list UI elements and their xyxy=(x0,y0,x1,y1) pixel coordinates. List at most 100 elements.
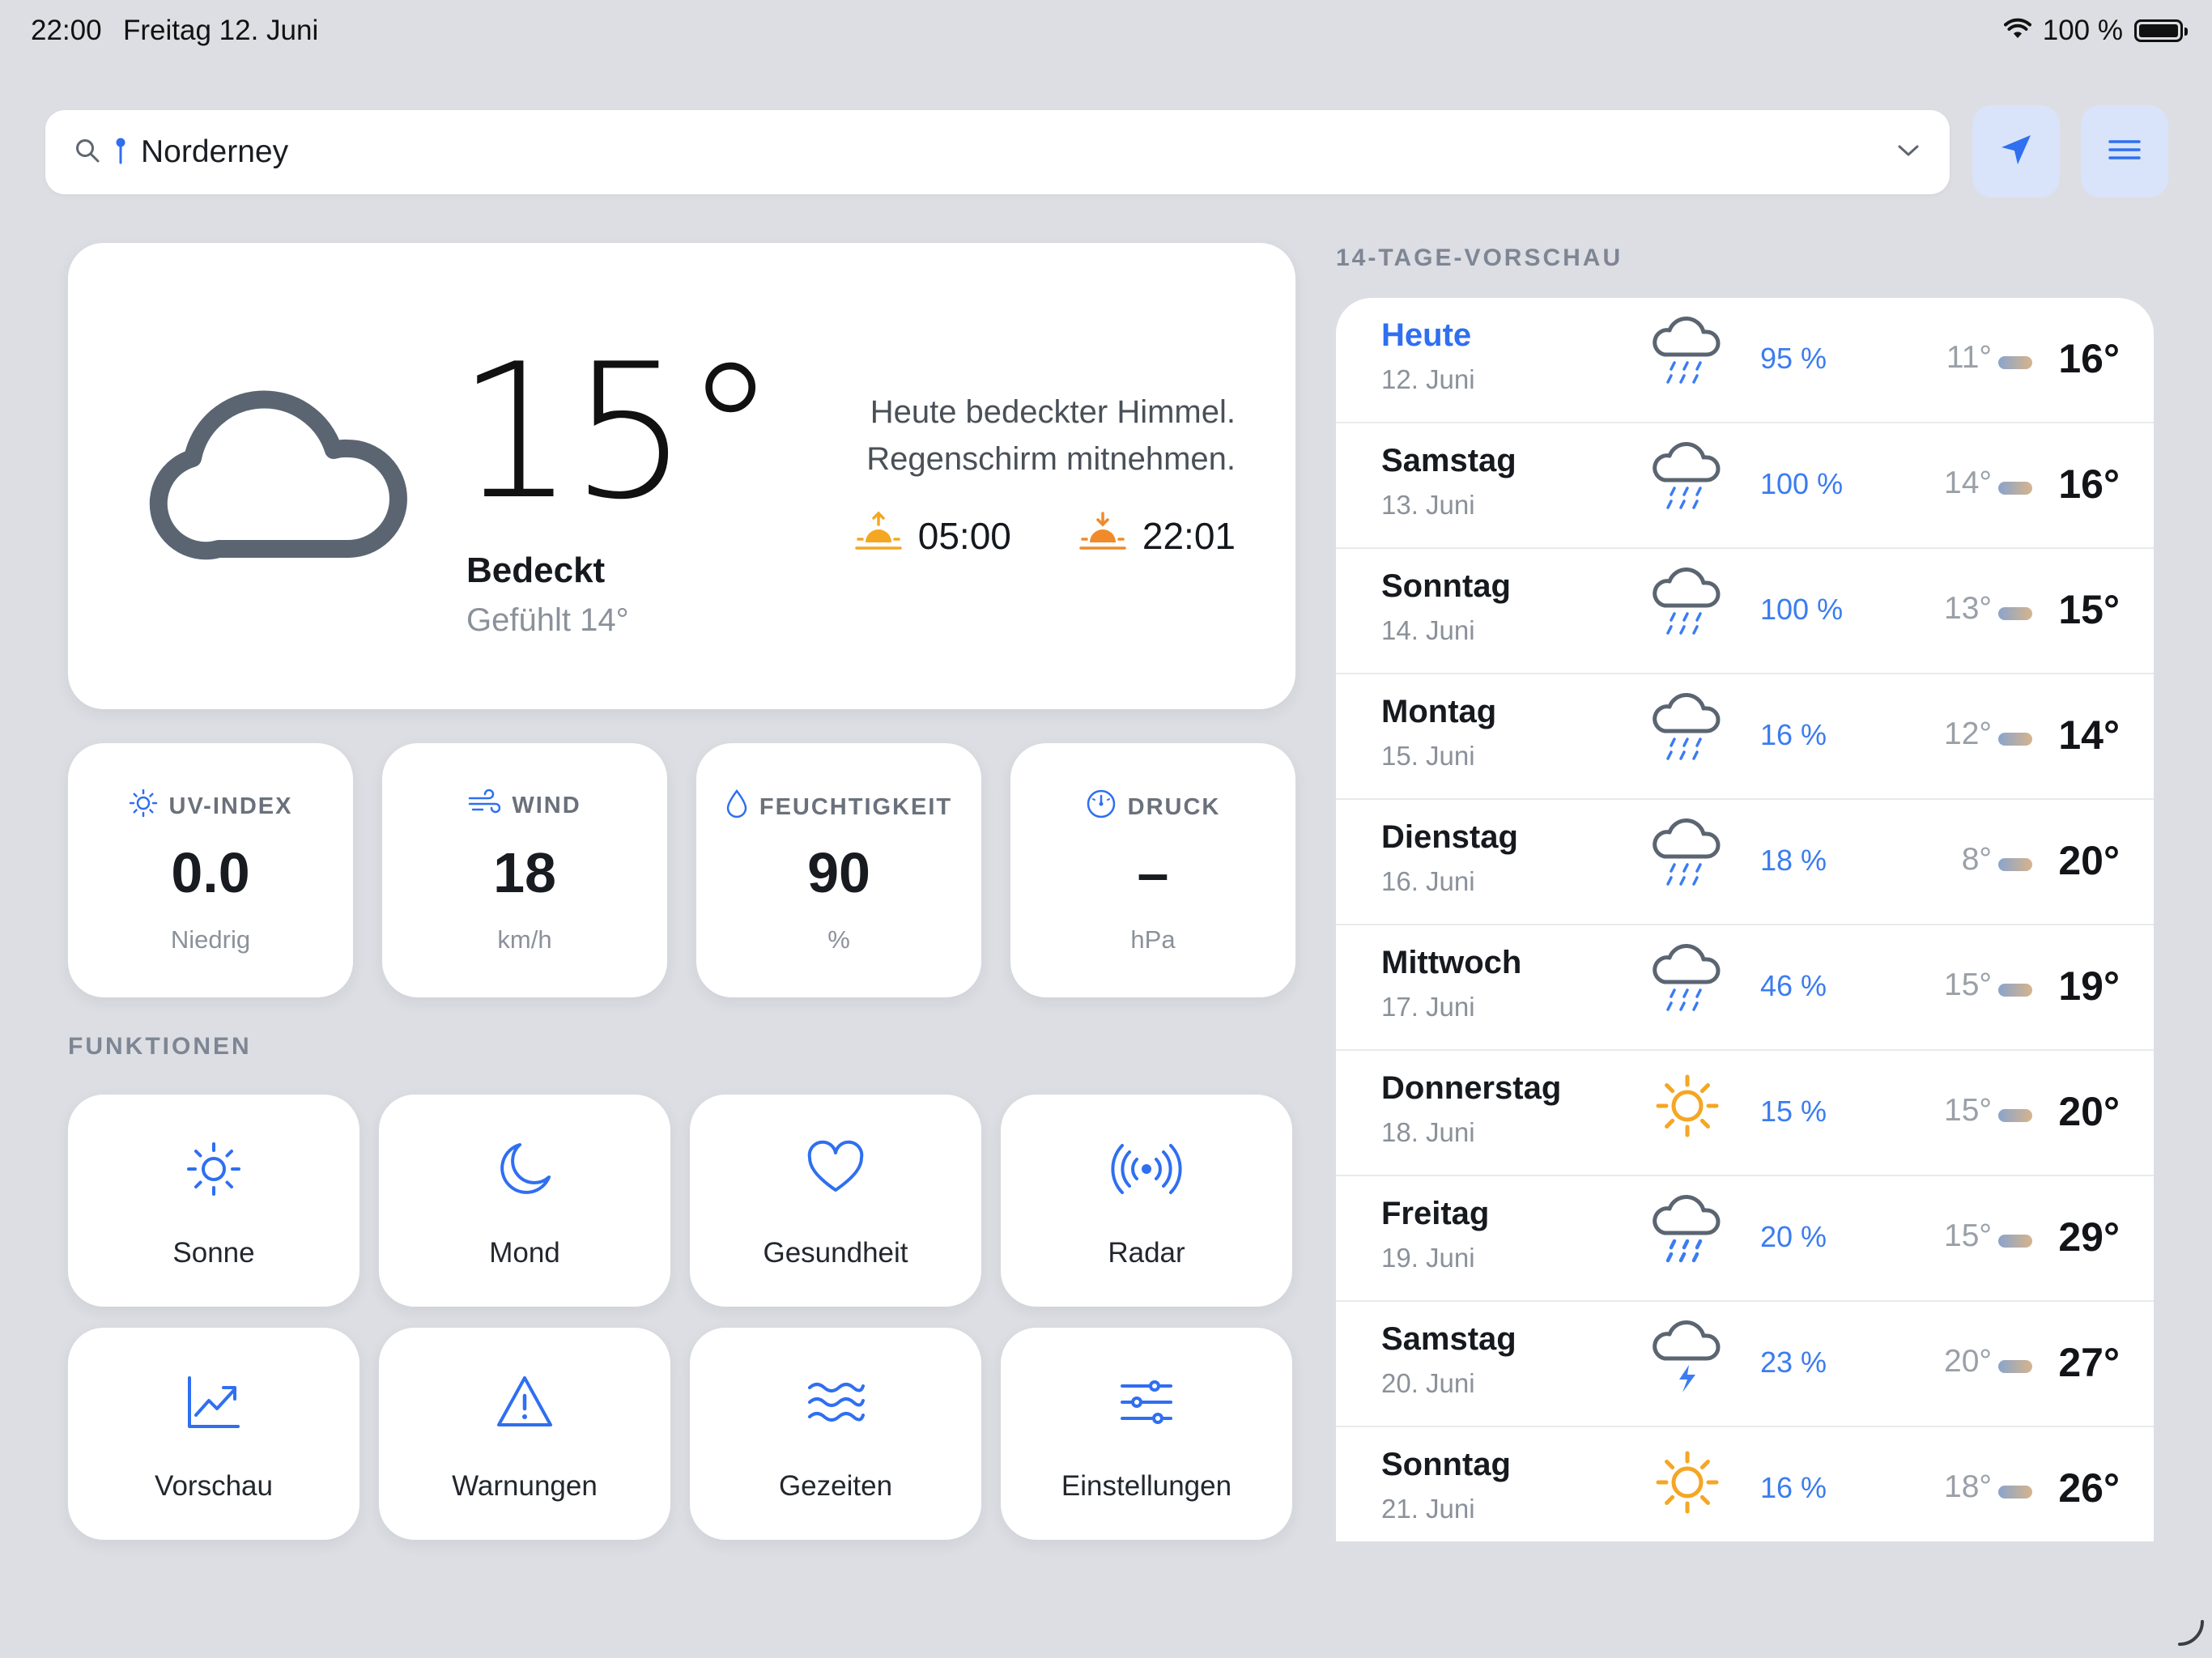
weather-description: Heute bedeckter Himmel. Regenschirm mitn… xyxy=(866,389,1236,483)
forecast-row[interactable]: Heute 12. Juni 95 % 11° 16° xyxy=(1336,298,2154,423)
temperature-range-bar xyxy=(1998,1109,2032,1122)
forecast-high: 27° xyxy=(2058,1340,2120,1385)
thunderstorm-icon xyxy=(1647,1316,1728,1409)
forecast-high: 20° xyxy=(2058,838,2120,883)
battery-icon xyxy=(2134,19,2188,42)
forecast-low: 12° xyxy=(1944,716,1992,751)
forecast-day: Sonntag xyxy=(1381,568,1511,604)
forecast-row[interactable]: Montag 15. Juni 16 % 12° 14° xyxy=(1336,674,2154,800)
forecast-row[interactable]: Samstag 13. Juni 100 % 14° 16° xyxy=(1336,423,2154,549)
menu-icon xyxy=(2108,138,2141,165)
temperature-range-bar xyxy=(1998,607,2032,620)
forecast-high: 26° xyxy=(2058,1465,2120,1511)
drop-icon xyxy=(725,789,748,826)
forecast-low: 18° xyxy=(1944,1469,1992,1504)
location-name[interactable]: Norderney xyxy=(141,134,288,170)
location-arrow-icon xyxy=(1998,132,2034,172)
forecast-precipitation: 100 % xyxy=(1760,467,1844,500)
description-line-1: Heute bedeckter Himmel. xyxy=(870,394,1236,430)
current-location-button[interactable] xyxy=(1972,105,2060,198)
temperature-range-bar xyxy=(1998,733,2032,746)
forecast-date: 21. Juni xyxy=(1381,1494,1475,1524)
rain-cloud-icon xyxy=(1647,438,1728,531)
resize-handle-icon xyxy=(2173,1615,2206,1652)
forecast-precipitation: 46 % xyxy=(1760,969,1827,1002)
forecast-precipitation: 100 % xyxy=(1760,593,1844,626)
sun-icon xyxy=(185,1140,243,1202)
battery-percent: 100 % xyxy=(2042,15,2123,46)
search-icon xyxy=(74,138,100,168)
stat-label: DRUCK xyxy=(1127,793,1221,820)
tile-label: Radar xyxy=(1108,1237,1185,1269)
forecast-date: 18. Juni xyxy=(1381,1117,1475,1147)
stat-label: WIND xyxy=(512,792,581,818)
menu-button[interactable] xyxy=(2081,105,2168,198)
forecast-low: 15° xyxy=(1944,1218,1992,1253)
cloud-icon xyxy=(146,363,421,569)
tile-gesundheit[interactable]: Gesundheit xyxy=(690,1095,981,1307)
sun-icon xyxy=(1647,1442,1728,1535)
forecast-low: 8° xyxy=(1961,842,1992,877)
forecast-row[interactable]: Freitag 19. Juni 20 % 15° 29° xyxy=(1336,1176,2154,1302)
wifi-icon xyxy=(2003,15,2031,47)
forecast-row[interactable]: Mittwoch 17. Juni 46 % 15° 19° xyxy=(1336,925,2154,1051)
location-search-bar[interactable]: Norderney xyxy=(45,110,1950,194)
tile-label: Gezeiten xyxy=(778,1470,893,1502)
pin-icon xyxy=(115,137,126,168)
tile-warnungen[interactable]: Warnungen xyxy=(379,1328,670,1540)
tile-sonne[interactable]: Sonne xyxy=(68,1095,359,1307)
stat-value: 90 xyxy=(807,841,870,904)
functions-heading: FUNKTIONEN xyxy=(68,1033,252,1060)
tile-einstellungen[interactable]: Einstellungen xyxy=(1001,1328,1292,1540)
stat-label: FEUCHTIGKEIT xyxy=(759,793,953,820)
forecast-heading: 14-TAGE-VORSCHAU xyxy=(1336,244,1623,271)
status-bar: 22:00 Freitag 12. Juni 100 % xyxy=(0,0,2212,65)
forecast-high: 19° xyxy=(2058,963,2120,1009)
rain-cloud-icon xyxy=(1647,312,1728,406)
forecast-high: 16° xyxy=(2058,336,2120,381)
forecast-precipitation: 16 % xyxy=(1760,718,1827,751)
temperature-range-bar xyxy=(1998,356,2032,369)
forecast-date: 15. Juni xyxy=(1381,741,1475,771)
stat-label: UV-INDEX xyxy=(168,793,293,819)
temperature-range-bar xyxy=(1998,858,2032,871)
stat-unit: Niedrig xyxy=(170,925,251,954)
forecast-day: Mittwoch xyxy=(1381,945,1522,980)
forecast-day: Freitag xyxy=(1381,1196,1490,1231)
temperature-range-bar xyxy=(1998,1486,2032,1499)
sunset-icon xyxy=(1078,510,1128,561)
forecast-list[interactable]: Heute 12. Juni 95 % 11° 16° Samstag 13. Juni 10… xyxy=(1336,298,2154,1541)
stat-value: 18 xyxy=(493,841,556,904)
tile-gezeiten[interactable]: Gezeiten xyxy=(690,1328,981,1540)
chart-icon xyxy=(185,1373,243,1435)
stat-unit: km/h xyxy=(497,925,552,954)
stat-unit: hPa xyxy=(1130,925,1176,954)
forecast-low: 11° xyxy=(1946,340,1992,375)
temperature-range-bar xyxy=(1998,1360,2032,1373)
forecast-date: 19. Juni xyxy=(1381,1243,1475,1273)
forecast-row[interactable]: Sonntag 14. Juni 100 % 13° 15° xyxy=(1336,549,2154,674)
forecast-high: 29° xyxy=(2058,1214,2120,1260)
forecast-day: Donnerstag xyxy=(1381,1070,1562,1106)
tile-label: Sonne xyxy=(172,1237,255,1269)
wind-icon xyxy=(468,789,501,823)
forecast-low: 15° xyxy=(1944,1093,1992,1128)
forecast-row[interactable]: Sonntag 21. Juni 16 % 18° 26° xyxy=(1336,1427,2154,1541)
tile-vorschau[interactable]: Vorschau xyxy=(68,1328,359,1540)
forecast-precipitation: 16 % xyxy=(1760,1471,1827,1504)
forecast-date: 13. Juni xyxy=(1381,490,1475,520)
forecast-row[interactable]: Samstag 20. Juni 23 % 20° 27° xyxy=(1336,1302,2154,1427)
forecast-precipitation: 18 % xyxy=(1760,844,1827,877)
heart-icon xyxy=(806,1140,865,1202)
forecast-day: Heute xyxy=(1381,317,1472,353)
forecast-low: 20° xyxy=(1944,1344,1992,1379)
forecast-row[interactable]: Donnerstag 18. Juni 15 % 15° 20° xyxy=(1336,1051,2154,1176)
tile-mond[interactable]: Mond xyxy=(379,1095,670,1307)
tile-radar[interactable]: Radar xyxy=(1001,1095,1292,1307)
moon-icon xyxy=(496,1140,554,1202)
forecast-precipitation: 23 % xyxy=(1760,1346,1827,1379)
stat-uv-index: UV-INDEX 0.0 Niedrig xyxy=(68,743,353,997)
forecast-low: 13° xyxy=(1944,591,1992,626)
forecast-row[interactable]: Dienstag 16. Juni 18 % 8° 20° xyxy=(1336,800,2154,925)
chevron-down-icon[interactable] xyxy=(1896,142,1921,163)
